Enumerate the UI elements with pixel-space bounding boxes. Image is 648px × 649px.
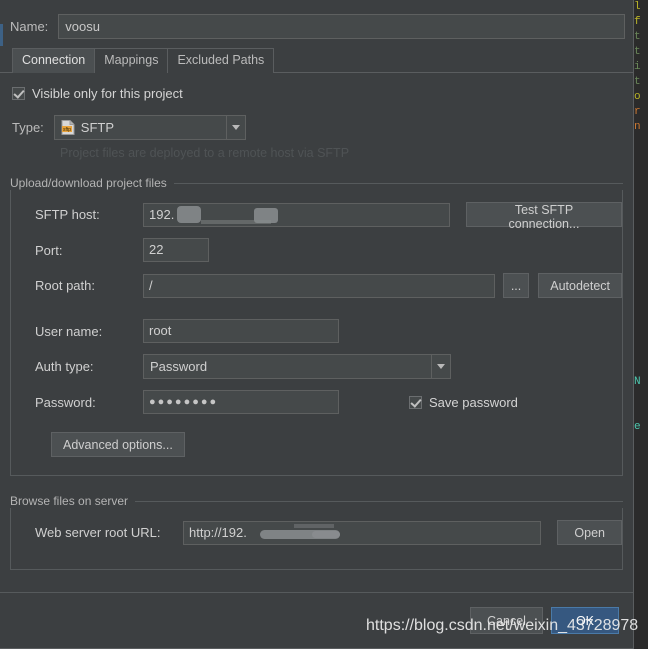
browse-files-group-box: Web server root URL: http://192. Open (10, 508, 623, 570)
name-row: Name: (0, 0, 633, 47)
user-name-row: User name: root (11, 319, 622, 343)
deployment-settings-dialog: Name: Connection Mappings Excluded Paths… (0, 0, 634, 649)
chevron-down-icon (231, 125, 240, 130)
group-divider-line (173, 182, 623, 184)
sftp-file-icon: sftp (61, 120, 75, 135)
ok-button[interactable]: OK (550, 607, 619, 634)
visible-only-label: Visible only for this project (32, 86, 183, 101)
svg-text:sftp: sftp (63, 127, 71, 133)
sftp-host-input[interactable]: 192. (143, 202, 450, 227)
password-input[interactable]: ●●●●●●●● (143, 390, 339, 414)
name-label: Name: (10, 19, 49, 34)
open-button[interactable]: Open (557, 520, 622, 545)
chevron-down-icon (437, 364, 445, 369)
sftp-host-value: 192. (149, 206, 175, 222)
user-name-value: root (149, 323, 172, 338)
user-name-input[interactable]: root (143, 319, 339, 343)
upload-download-group-title: Upload/download project files (10, 176, 167, 190)
visible-only-checkbox[interactable] (12, 87, 25, 100)
sftp-host-row: SFTP host: 192. Test SFTP connection... (11, 202, 622, 231)
type-combobox[interactable]: sftp SFTP (53, 115, 246, 140)
group-divider-line (135, 500, 623, 502)
connection-tab-panel: Visible only for this project Type: sftp… (0, 73, 633, 592)
password-label: Password: (35, 394, 96, 410)
password-value: ●●●●●●●● (149, 396, 219, 408)
type-label: Type: (12, 120, 44, 135)
save-password-checkbox[interactable] (409, 395, 422, 409)
user-name-label: User name: (35, 323, 103, 339)
type-row: Type: sftp SFTP (12, 115, 623, 140)
type-combobox-value-wrap: sftp SFTP (55, 116, 226, 139)
background-code-text: lfttitorn N e (634, 1, 641, 433)
type-combobox-value: SFTP (80, 120, 115, 135)
name-input[interactable] (58, 14, 625, 39)
tab-connection[interactable]: Connection (12, 48, 96, 73)
port-row: Port: 22 (11, 238, 622, 262)
autodetect-button[interactable]: Autodetect (538, 273, 622, 298)
type-hint-text: Project files are deployed to a remote h… (60, 146, 350, 160)
root-path-value: / (149, 277, 153, 293)
root-path-input[interactable]: / (143, 273, 495, 298)
sftp-host-label: SFTP host: (35, 207, 100, 222)
web-server-url-value: http://192. (189, 524, 247, 540)
auth-type-combobox-arrow[interactable] (431, 355, 450, 378)
auth-type-label: Auth type: (35, 359, 94, 374)
port-label: Port: (35, 242, 63, 258)
save-password-label: Save password (429, 394, 518, 410)
visible-only-row[interactable]: Visible only for this project (12, 86, 623, 101)
type-combobox-arrow[interactable] (225, 116, 245, 139)
root-path-browse-button[interactable]: ... (502, 273, 530, 298)
web-server-url-input[interactable]: http://192. (183, 520, 542, 545)
upload-download-group-box: SFTP host: 192. Test SFTP connection... … (10, 190, 623, 476)
save-password-row[interactable]: Save password (409, 395, 518, 410)
auth-type-row: Auth type: Password (11, 354, 622, 379)
auth-type-value-wrap: Password (144, 355, 431, 378)
browse-files-group: Browse files on server Web server root U… (10, 494, 623, 570)
browse-files-group-title: Browse files on server (10, 494, 129, 508)
port-value: 22 (149, 242, 164, 257)
upload-download-group: Upload/download project files SFTP host:… (10, 176, 623, 476)
root-path-label: Root path: (35, 278, 95, 293)
redaction-smudge (201, 219, 271, 224)
port-input[interactable]: 22 (143, 238, 209, 262)
advanced-options-button[interactable]: Advanced options... (51, 432, 185, 457)
browse-files-group-title-row: Browse files on server (10, 494, 623, 508)
root-path-row: Root path: / ... Autodetect (11, 273, 622, 298)
redaction-smudge (312, 530, 340, 538)
selection-accent-bar (0, 24, 3, 46)
upload-download-group-title-row: Upload/download project files (10, 176, 623, 190)
cancel-button[interactable]: Cancel (470, 607, 543, 634)
tab-mappings[interactable]: Mappings (94, 48, 169, 73)
tab-bar: Connection Mappings Excluded Paths (0, 47, 633, 73)
advanced-options-row: Advanced options... (11, 432, 622, 457)
test-sftp-connection-button[interactable]: Test SFTP connection... (465, 202, 622, 231)
auth-type-value: Password (150, 359, 208, 374)
redaction-smudge (177, 205, 201, 223)
redaction-smudge (294, 523, 334, 528)
tab-excluded-paths[interactable]: Excluded Paths (167, 48, 275, 73)
dialog-footer: Cancel OK (0, 592, 633, 648)
web-server-url-label: Web server root URL: (35, 525, 161, 540)
auth-type-combobox[interactable]: Password (143, 354, 451, 379)
password-row: Password: ●●●●●●●● Save password (11, 390, 622, 414)
web-server-url-row: Web server root URL: http://192. Open (11, 520, 622, 545)
